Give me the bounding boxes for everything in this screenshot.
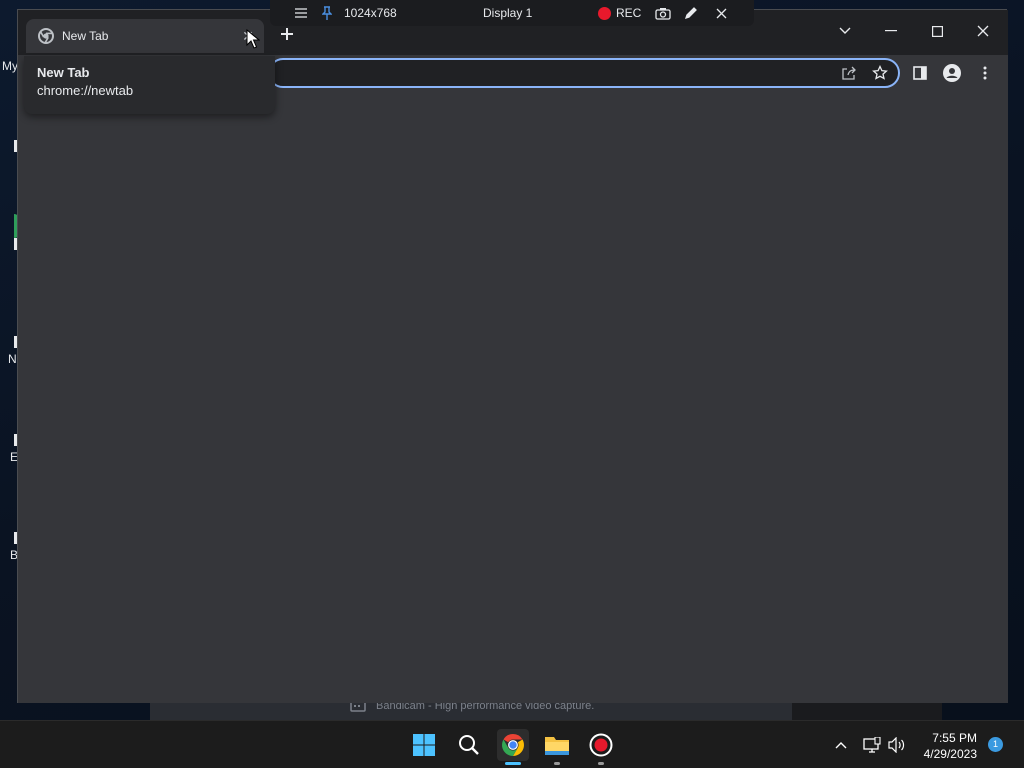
search-icon [459,735,479,755]
recording-control-bar: 1024x768 Display 1 REC [270,0,754,26]
new-tab-button[interactable] [276,24,298,46]
taskbar-search-button[interactable] [453,729,485,761]
clock-date: 4/29/2023 [923,747,977,761]
maximize-icon [931,25,943,37]
tab-new-tab[interactable]: New Tab ✕ [26,19,264,53]
maximize-button[interactable] [914,16,960,46]
taskbar-clock[interactable]: 7:55 PM 4/29/2023 [924,730,977,762]
volume-button[interactable] [887,735,907,755]
network-icon [863,737,881,753]
plus-icon [281,28,293,40]
pin-icon [322,6,332,20]
close-icon [716,8,727,18]
active-indicator [505,762,521,765]
show-hidden-icons-button[interactable] [831,735,851,755]
rec-bar-close-button[interactable] [716,5,727,21]
camera-icon [655,7,671,20]
start-button[interactable] [408,729,440,761]
taskbar-bandicam[interactable] [585,729,617,765]
close-icon [977,25,989,37]
network-button[interactable] [862,735,882,755]
menu-button[interactable] [974,62,996,84]
tab-title: New Tab [62,29,109,43]
notification-badge[interactable]: 1 [988,737,1003,752]
hover-card-url: chrome://newtab [37,83,134,98]
bookmark-button[interactable] [869,62,891,84]
taskbar-file-explorer[interactable] [541,729,573,765]
resolution-label: 1024x768 [344,6,397,20]
chrome-icon [502,734,524,756]
rec-button[interactable]: REC [598,5,641,21]
rec-label: REC [616,6,642,20]
clock-time: 7:55 PM [932,731,977,745]
record-icon [598,6,611,20]
windows-start-icon [413,734,435,756]
share-button[interactable] [838,62,860,84]
page-content [18,91,1008,703]
speaker-icon [888,737,905,753]
side-panel-button[interactable] [909,62,931,84]
window-close-button[interactable] [960,16,1006,46]
chrome-favicon-icon [38,28,54,44]
running-indicator [554,762,560,765]
pencil-icon [684,7,697,20]
star-icon [872,65,888,80]
taskbar-chrome[interactable] [497,729,529,765]
hover-card-title: New Tab [37,65,90,80]
mouse-cursor-icon [246,29,260,49]
profile-button[interactable] [941,62,963,84]
tab-search-button[interactable] [822,16,868,46]
tab-hover-card: New Tab chrome://newtab [24,56,275,114]
side-panel-icon [913,66,927,80]
minimize-button[interactable] [868,16,914,46]
bandicam-record-icon [589,733,613,757]
share-icon [842,66,856,80]
pin-button[interactable] [322,5,332,21]
running-indicator [598,762,604,765]
profile-icon [943,64,961,82]
display-label[interactable]: Display 1 [483,5,532,21]
taskbar: 7:55 PM 4/29/2023 [0,720,1024,768]
hamburger-icon [295,8,307,18]
address-bar[interactable] [268,58,900,88]
file-explorer-icon [545,737,569,755]
chevron-up-icon [835,742,847,749]
desktop-icon-label[interactable]: N [8,352,17,366]
minimize-icon [885,30,897,32]
kebab-menu-icon [983,66,987,80]
chevron-down-icon [839,27,851,34]
screenshot-button[interactable] [655,5,671,21]
bandicam-window-panel [792,700,942,720]
menu-button[interactable] [295,5,307,21]
desktop-icon-label[interactable]: My [2,59,18,73]
draw-button[interactable] [684,5,698,21]
